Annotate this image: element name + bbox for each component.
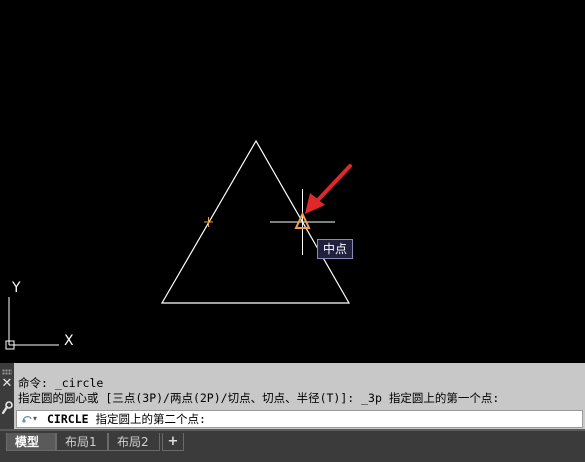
command-input[interactable]: ▾ CIRCLE 指定圆上的第二个点: bbox=[16, 410, 583, 428]
drawing-canvas[interactable]: Y X 中点 bbox=[0, 0, 585, 363]
layout-tab-bar: 模型 布局1 布局2 + bbox=[0, 429, 585, 462]
ucs-x-label: X bbox=[64, 333, 74, 349]
tab-layout1[interactable]: 布局1 bbox=[56, 433, 108, 451]
command-line-grip[interactable]: ✕ bbox=[0, 363, 14, 429]
ucs-y-label: Y bbox=[11, 280, 21, 296]
command-name: CIRCLE bbox=[47, 412, 89, 426]
chevron-down-icon[interactable]: ▾ bbox=[33, 411, 37, 427]
tab-layout2[interactable]: 布局2 bbox=[108, 433, 160, 451]
command-prompt-icon[interactable] bbox=[20, 413, 34, 425]
autocad-window: Y X 中点 ✕ 命令: _circle 指定圆的圆心或 [三点(3P)/两点(… bbox=[0, 0, 585, 462]
tab-bar-divider bbox=[0, 429, 585, 431]
wrench-icon[interactable] bbox=[1, 401, 13, 415]
add-layout-button[interactable]: + bbox=[162, 433, 184, 451]
tab-model[interactable]: 模型 bbox=[6, 433, 56, 451]
history-line: 指定圆的圆心或 [三点(3P)/两点(2P)/切点、切点、半径(T)]: _3p… bbox=[18, 391, 500, 405]
grip-handle-icon[interactable] bbox=[2, 369, 12, 375]
command-prompt-text: 指定圆上的第二个点: bbox=[88, 412, 206, 426]
snap-tooltip: 中点 bbox=[317, 239, 354, 259]
red-arrow-icon bbox=[305, 164, 352, 214]
command-input-text[interactable]: CIRCLE 指定圆上的第二个点: bbox=[47, 411, 206, 427]
ucs-icon: Y X bbox=[5, 280, 74, 350]
drawing-svg[interactable]: Y X bbox=[0, 0, 585, 363]
command-line-panel: ✕ 命令: _circle 指定圆的圆心或 [三点(3P)/两点(2P)/切点、… bbox=[0, 363, 585, 429]
command-history: 命令: _circle 指定圆的圆心或 [三点(3P)/两点(2P)/切点、切点… bbox=[18, 376, 581, 406]
history-line: 命令: _circle bbox=[18, 376, 104, 390]
close-icon[interactable]: ✕ bbox=[1, 377, 13, 391]
